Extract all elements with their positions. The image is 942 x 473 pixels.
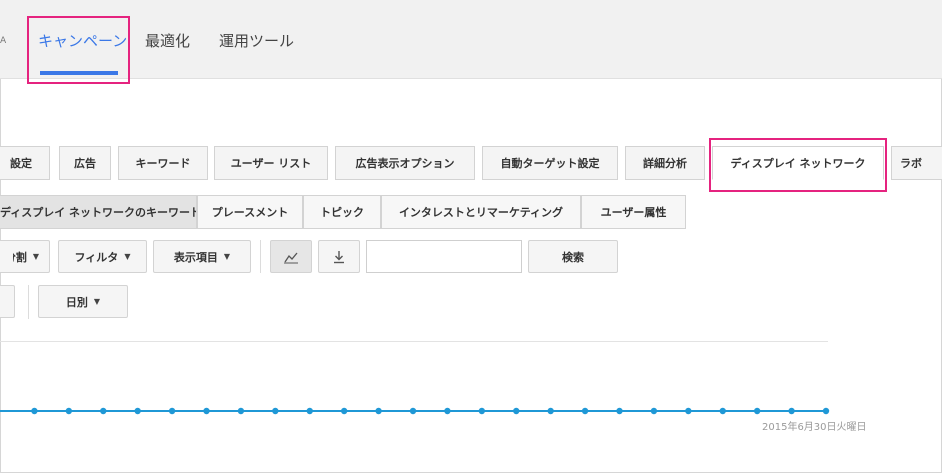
filter-button[interactable]: フィルタ ▼: [58, 240, 147, 273]
tab-user-lists[interactable]: ユーザー リスト: [214, 146, 328, 180]
tab-settings[interactable]: 設定: [0, 146, 50, 180]
nav-tab-tools[interactable]: 運用ツール: [219, 30, 294, 51]
chevron-down-icon: ▼: [223, 252, 231, 261]
toolbar-divider: [28, 285, 29, 319]
subtab-display-keywords-label: ディスプレイ ネットワークのキーワード: [0, 206, 197, 219]
search-input[interactable]: [366, 240, 522, 273]
nav-tab-optimize[interactable]: 最適化: [145, 30, 190, 51]
filter-label: フィルタ: [74, 250, 119, 264]
tab-labs[interactable]: ラボ: [891, 146, 942, 180]
nav-tab-truncated[interactable]: A: [0, 36, 6, 46]
columns-label: 表示項目: [173, 250, 218, 264]
highlight-box-campaigns: [27, 16, 130, 84]
segment-label: 分割: [13, 250, 27, 264]
subtab-topics[interactable]: トピック: [303, 195, 381, 229]
period-button[interactable]: 日別 ▼: [38, 285, 128, 318]
chevron-down-icon: ▼: [93, 297, 101, 306]
download-button[interactable]: [318, 240, 360, 273]
search-button[interactable]: 検索: [528, 240, 618, 273]
columns-button[interactable]: 表示項目 ▼: [153, 240, 251, 273]
tab-ads[interactable]: 広告: [59, 146, 111, 180]
subtab-display-keywords[interactable]: ディスプレイ ネットワークのキーワード: [0, 195, 197, 229]
chevron-down-icon: ▼: [124, 252, 131, 261]
download-icon: [334, 250, 344, 263]
tab-dimensions[interactable]: 詳細分析: [625, 146, 705, 180]
subtab-placements[interactable]: プレースメント: [197, 195, 303, 229]
subtab-demographics[interactable]: ユーザー属性: [581, 195, 686, 229]
chart-toggle-button[interactable]: [270, 240, 312, 273]
subtab-interests-remarketing[interactable]: インタレストとリマーケティング: [381, 195, 581, 229]
chart-end-date: 2015年6月30日火曜日: [762, 422, 867, 433]
tab-ad-extensions[interactable]: 広告表示オプション: [335, 146, 475, 180]
tab-auto-targeting[interactable]: 自動ターゲット設定: [482, 146, 618, 180]
chevron-down-icon: ▼: [32, 252, 39, 261]
toolbar-divider: [260, 240, 261, 273]
chart-line-icon: [284, 252, 298, 263]
segment-button[interactable]: 分割 ▼: [0, 240, 50, 273]
period-label: 日別: [65, 295, 88, 309]
tab-keywords[interactable]: キーワード: [118, 146, 208, 180]
top-navigation: A キャンペーン 最適化 運用ツール: [0, 0, 942, 79]
chart-gridline: [0, 341, 828, 342]
truncated-button[interactable]: [0, 285, 15, 318]
highlight-box-display-network: [709, 138, 887, 192]
